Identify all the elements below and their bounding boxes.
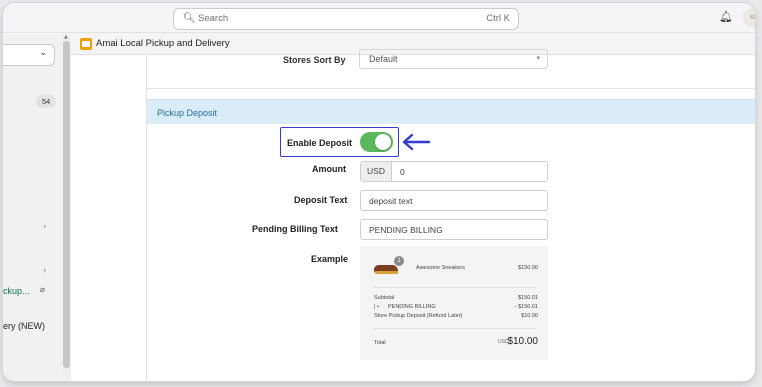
deposit-text-field[interactable]: deposit text <box>360 190 548 211</box>
enable-deposit-label: Enable Deposit <box>287 138 353 148</box>
amount-value: 0 <box>400 167 405 177</box>
sidebar: ⌄ 54 › › ckup... ⌀ ery (NEW) <box>3 34 63 381</box>
count-badge: 54 <box>36 95 56 108</box>
chevron-down-icon: ⌄ <box>39 48 47 58</box>
total-label: Total <box>374 340 386 346</box>
deposit-text-value: deposit text <box>369 196 413 206</box>
sidebar-item-delivery[interactable]: ery (NEW) <box>3 321 45 331</box>
store-sort-label: Stores Sort By <box>283 55 346 65</box>
divider <box>374 287 536 288</box>
toggle-knob <box>375 134 391 150</box>
sidebar-scrollbar[interactable]: ▲ <box>62 33 71 381</box>
amount-field[interactable]: USD 0 <box>360 161 548 182</box>
content-gutter <box>71 55 147 381</box>
search-input[interactable]: 🔍︎ Search Ctrl K <box>173 8 519 30</box>
section-title: Pickup Deposit <box>157 108 218 118</box>
tag-icon: | • <box>374 304 379 310</box>
store-sort-panel: Stores Sort By Default ▾ <box>147 49 755 89</box>
chevron-right-icon[interactable]: › <box>43 266 47 276</box>
app-title: Amai Local Pickup and Delivery <box>96 38 230 49</box>
amount-label: Amount <box>312 164 346 174</box>
product-price: $150.00 <box>518 265 538 271</box>
subtotal-label: Subtotal <box>374 295 395 301</box>
scrollbar-thumb[interactable] <box>63 41 70 368</box>
sidebar-item-pickup[interactable]: ckup... <box>3 286 30 296</box>
app-icon <box>80 38 92 50</box>
store-selector-dropdown[interactable]: ⌄ <box>3 44 55 66</box>
bell-icon[interactable]: 🔔︎ <box>719 10 733 23</box>
divider <box>374 328 536 329</box>
currency-addon: USD <box>361 162 392 181</box>
pickup-deposit-header: Pickup Deposit <box>147 99 755 124</box>
search-placeholder: Search <box>198 13 229 24</box>
quantity-badge: 1 <box>394 256 404 266</box>
avatar[interactable]: KI <box>743 8 755 28</box>
store-sort-select[interactable]: Default ▾ <box>359 49 548 69</box>
chevron-down-icon: ▾ <box>536 54 540 62</box>
example-preview: 1 Awesome Sneakers $150.00 Subtotal $150… <box>360 246 548 360</box>
deposit-text-label: Deposit Text <box>294 195 348 205</box>
pending-line-label: PENDING BILLING <box>388 304 436 310</box>
example-label: Example <box>311 254 349 264</box>
pending-billing-value: PENDING BILLING <box>369 225 443 235</box>
total-value: $10.00 <box>507 336 538 347</box>
deposit-line-value: $10.00 <box>521 313 538 319</box>
product-name: Awesome Sneakers <box>416 265 465 271</box>
settings-content: Stores Sort By Default ▾ Pickup Deposit … <box>71 49 755 381</box>
arrow-left-icon <box>402 133 431 151</box>
chevron-right-icon[interactable]: › <box>43 222 47 232</box>
subtotal-value: $150.01 <box>518 295 538 301</box>
pending-billing-label: Pending Billing Text <box>252 224 338 234</box>
search-shortcut: Ctrl K <box>486 13 510 24</box>
enable-deposit-toggle[interactable] <box>360 132 393 152</box>
deposit-line-label: Store Pickup Deposit (Refund Later) <box>374 313 463 319</box>
store-sort-value: Default <box>369 54 398 64</box>
pin-icon[interactable]: ⌀ <box>40 285 45 294</box>
pending-billing-field[interactable]: PENDING BILLING <box>360 219 548 240</box>
top-bar: 🔍︎ Search Ctrl K 🔔︎ KI <box>3 3 755 33</box>
pending-line-value: - $150.01 <box>514 304 538 310</box>
app-window: 🔍︎ Search Ctrl K 🔔︎ KI ⌄ 54 › › ckup... … <box>3 3 755 381</box>
scroll-up-icon[interactable]: ▲ <box>64 34 68 40</box>
search-icon: 🔍︎ <box>183 13 196 24</box>
